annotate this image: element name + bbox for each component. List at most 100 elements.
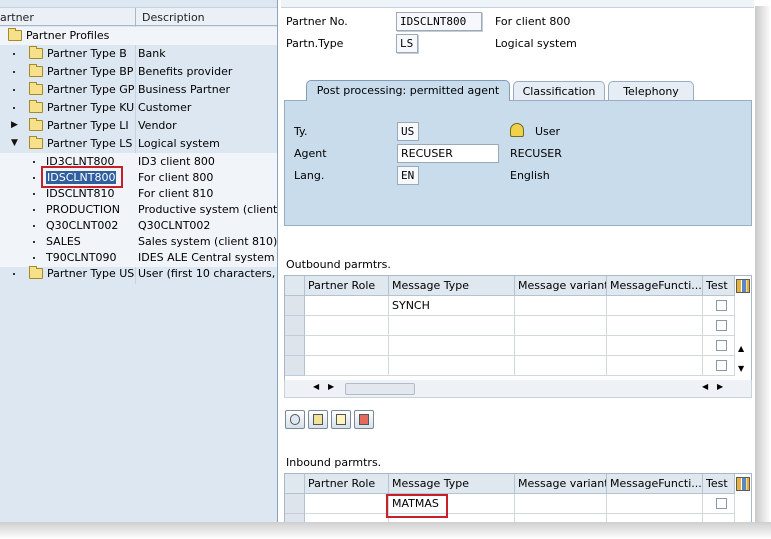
tree-column-description[interactable]: Description (142, 11, 205, 24)
table-cell[interactable] (607, 336, 703, 356)
scroll-left-icon[interactable]: ◀ (702, 382, 708, 391)
table-cell[interactable] (389, 336, 515, 356)
row-selector[interactable] (285, 336, 305, 356)
tree-bullet (13, 107, 15, 109)
table-cell[interactable] (305, 356, 389, 376)
tree-partner-type[interactable]: Partner Type US User (first 10 characters… (0, 265, 277, 283)
table-cell[interactable] (515, 514, 607, 522)
outbound-hscroll-thumb[interactable] (345, 383, 415, 395)
test-checkbox[interactable] (716, 320, 727, 331)
table-cell[interactable] (703, 514, 735, 522)
column-header[interactable]: MessageFuncti... (607, 474, 703, 494)
tree-partner-type[interactable]: Partner Type BP Benefits provider (0, 63, 277, 81)
tree-item-name: PRODUCTION (46, 203, 120, 216)
table-cell[interactable] (515, 336, 607, 356)
row-selector[interactable] (285, 296, 305, 316)
tab-classification[interactable]: Classification (513, 81, 605, 101)
tree-bullet (33, 257, 35, 259)
tree-partner-type[interactable]: Partner Type B Bank (0, 45, 277, 63)
row-selector[interactable] (285, 494, 305, 514)
tab-telephony[interactable]: Telephony (608, 81, 694, 101)
row-selector[interactable] (285, 316, 305, 336)
copy-icon[interactable] (308, 410, 328, 429)
table-cell[interactable] (703, 296, 735, 316)
tree-item-name: Partner Type LI (47, 119, 129, 132)
tree-root-partner-profiles[interactable]: Partner Profiles (0, 27, 277, 45)
column-header[interactable]: Message variant (515, 474, 607, 494)
column-header[interactable]: Test (703, 276, 735, 296)
test-checkbox[interactable] (716, 340, 727, 351)
table-cell[interactable] (389, 356, 515, 376)
partner-no-field[interactable]: IDSCLNT800 (396, 12, 482, 31)
tree-partner-type[interactable]: Partner Type KU Customer (0, 99, 277, 117)
agent-field[interactable]: RECUSER (397, 144, 499, 163)
table-cell[interactable] (515, 494, 607, 514)
table-cell[interactable] (607, 316, 703, 336)
table-cell[interactable] (305, 494, 389, 514)
table-cell[interactable] (305, 514, 389, 522)
tree-bullet (33, 209, 35, 211)
folder-icon (8, 28, 22, 41)
partn-type-field[interactable]: LS (396, 34, 418, 53)
row-selector[interactable] (285, 356, 305, 376)
tree-bullet (33, 241, 35, 243)
expand-icon[interactable]: ▶ (11, 121, 18, 130)
table-cell[interactable] (607, 356, 703, 376)
tree-bullet (33, 225, 35, 227)
table-cell[interactable] (515, 296, 607, 316)
scroll-left-icon[interactable]: ◀ (313, 382, 319, 391)
scroll-down-icon[interactable]: ▼ (738, 364, 744, 373)
tab-post-processing[interactable]: Post processing: permitted agent (306, 80, 510, 101)
column-header[interactable]: Message Type (389, 276, 515, 296)
partn-type-description: Logical system (495, 37, 577, 50)
test-checkbox[interactable] (716, 498, 727, 509)
ty-field[interactable]: US (397, 122, 419, 141)
select-all-corner[interactable] (285, 474, 305, 494)
tree-partner-type[interactable]: ▼ Partner Type LS Logical system (0, 135, 277, 153)
table-cell[interactable] (305, 336, 389, 356)
table-cell[interactable] (305, 296, 389, 316)
details-icon[interactable] (285, 410, 305, 429)
table-cell[interactable] (703, 356, 735, 376)
layout-settings-icon[interactable] (736, 477, 750, 491)
table-cell[interactable] (607, 494, 703, 514)
table-cell[interactable] (607, 514, 703, 522)
tree-partner-type[interactable]: ▶ Partner Type LI Vendor (0, 117, 277, 135)
table-cell[interactable] (389, 316, 515, 336)
row-selector[interactable] (285, 514, 305, 522)
lang-field[interactable]: EN (397, 166, 419, 185)
test-checkbox[interactable] (716, 300, 727, 311)
column-header[interactable]: Partner Role (305, 474, 389, 494)
tree-item-description: Customer (138, 101, 192, 114)
table-cell[interactable] (607, 296, 703, 316)
column-header[interactable]: Message Type (389, 474, 515, 494)
outbound-hscroll[interactable]: ◀ ▶ ◀ ▶ (284, 380, 752, 398)
tree-partner-type[interactable]: Partner Type GP Business Partner (0, 81, 277, 99)
table-cell[interactable] (703, 336, 735, 356)
tree-column-partner[interactable]: artner (0, 11, 34, 24)
table-cell[interactable] (515, 316, 607, 336)
agent-tab-panel: Ty. US User Agent RECUSER RECUSER Lang. … (284, 100, 752, 226)
select-all-corner[interactable] (285, 276, 305, 296)
scroll-up-icon[interactable]: ▲ (738, 344, 744, 353)
test-checkbox[interactable] (716, 360, 727, 371)
column-header[interactable]: MessageFuncti... (607, 276, 703, 296)
column-header[interactable]: Test (703, 474, 735, 494)
table-cell[interactable] (703, 316, 735, 336)
table-cell[interactable] (515, 356, 607, 376)
scroll-right-icon[interactable]: ▶ (717, 382, 723, 391)
layout-settings-icon[interactable] (736, 279, 750, 293)
table-cell[interactable]: SYNCH (389, 296, 515, 316)
table-cell[interactable] (305, 316, 389, 336)
partner-no-label: Partner No. (286, 15, 348, 28)
create-icon[interactable] (331, 410, 351, 429)
column-header[interactable]: Message variant (515, 276, 607, 296)
folder-icon (29, 82, 43, 95)
column-header[interactable]: Partner Role (305, 276, 389, 296)
tree-item-name: Partner Type KU (47, 101, 135, 114)
table-cell[interactable] (703, 494, 735, 514)
delete-icon[interactable] (354, 410, 374, 429)
tree-item-description: Q30CLNT002 (138, 219, 211, 232)
collapse-icon[interactable]: ▼ (11, 139, 18, 148)
scroll-right-icon[interactable]: ▶ (328, 382, 334, 391)
